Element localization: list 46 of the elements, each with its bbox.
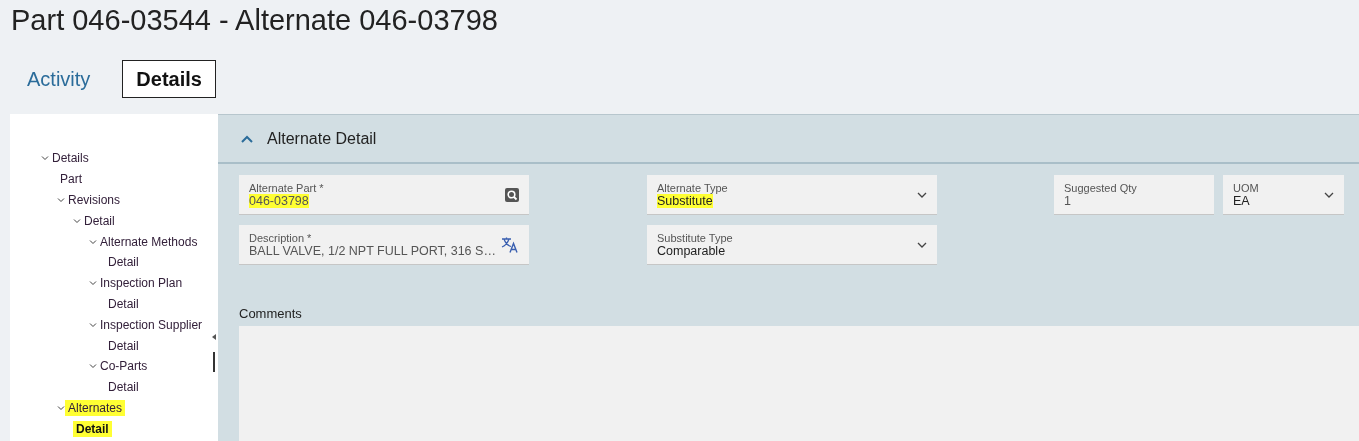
field-value: 046-03798 <box>249 193 309 208</box>
field-value: Comparable <box>657 243 726 258</box>
translate-icon[interactable] <box>501 236 519 253</box>
input-field[interactable]: Alternate Part * 046-03798 <box>239 175 529 215</box>
chevron-up-icon[interactable] <box>241 134 253 143</box>
tab[interactable]: Activity <box>13 60 105 98</box>
scrollbar-thumb[interactable] <box>213 352 215 372</box>
tree-item[interactable]: Inspection Plan <box>97 275 186 292</box>
field-value: EA <box>1233 193 1250 208</box>
field-label: Alternate Type <box>657 181 728 194</box>
tree-item[interactable]: Detail <box>105 337 142 354</box>
field-value: 1 <box>1064 193 1071 208</box>
tree-item[interactable]: Revisions <box>65 192 124 208</box>
section-title: Alternate Detail <box>267 129 377 148</box>
field-label: Alternate Part * <box>249 181 324 194</box>
comments-field[interactable] <box>239 326 1359 441</box>
field-label: Suggested Qty <box>1064 181 1137 194</box>
tree-item[interactable]: Alternate Methods <box>97 233 201 250</box>
chevron-down-icon[interactable] <box>917 191 927 198</box>
input-field[interactable]: Description * BALL VALVE, 1/2 NPT FULL PORT, 316 S… <box>239 225 529 265</box>
chevron-down-icon[interactable] <box>1324 191 1334 198</box>
field-label: UOM <box>1233 181 1259 194</box>
tree-item[interactable]: Inspection Supplier <box>97 316 206 333</box>
tree-item[interactable]: Detail <box>105 379 142 396</box>
field-label: Description * <box>249 231 312 244</box>
field-label: Substitute Type <box>657 231 733 244</box>
tree-item[interactable]: Alternates <box>65 399 126 416</box>
dropdown-field[interactable]: Alternate Type Substitute <box>647 175 937 215</box>
collapse-icon[interactable] <box>212 334 216 340</box>
chevron-down-icon[interactable] <box>917 241 927 248</box>
field-label: Comments <box>238 305 303 323</box>
input-field[interactable]: Suggested Qty 1 <box>1054 175 1214 215</box>
tree-item[interactable]: Detail <box>105 295 142 312</box>
page-title: Part 046-03544 - Alternate 046-03798 <box>10 3 499 38</box>
dropdown-field[interactable]: UOM EA <box>1223 175 1344 215</box>
tab[interactable]: Details <box>122 60 216 98</box>
dropdown-field[interactable]: Substitute Type Comparable <box>647 225 937 265</box>
search-icon[interactable] <box>505 187 519 202</box>
tree-item[interactable]: Detail <box>73 420 112 437</box>
field-value: Substitute <box>657 193 713 208</box>
tree-item[interactable]: Detail <box>81 212 118 229</box>
tree-item[interactable]: Detail <box>105 254 142 271</box>
tree-item[interactable]: Details <box>49 150 92 167</box>
field-value: BALL VALVE, 1/2 NPT FULL PORT, 316 S… <box>249 243 496 258</box>
tree-item[interactable]: Co-Parts <box>97 358 151 375</box>
tree-item[interactable]: Part <box>57 171 85 188</box>
